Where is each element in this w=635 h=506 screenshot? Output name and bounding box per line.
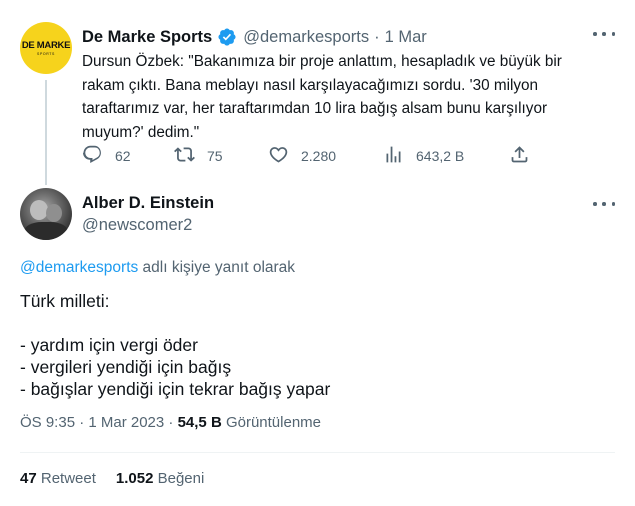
likes-stat-count: 1.052	[115, 470, 154, 487]
tweet-line-1: Türk milleti:	[20, 291, 110, 311]
reply-icon	[82, 144, 103, 168]
main-display-name[interactable]: Alber D. Einstein	[82, 194, 214, 213]
main-more-icon[interactable]	[593, 198, 615, 210]
like-button[interactable]: 2.280	[268, 144, 336, 168]
header-separator: ·	[374, 27, 380, 46]
tweet-line-3: - vergileri yendiği için bağış	[20, 357, 232, 377]
like-count: 2.280	[301, 148, 337, 164]
avatar-logo-text: DE MARKE	[21, 39, 71, 51]
reply-context-label: adlı kişiye yanıt olarak	[138, 259, 296, 276]
reply-button[interactable]: 62	[82, 144, 131, 168]
tweet-views-count: 54,5 B	[177, 414, 222, 431]
views-count: 643,2 B	[416, 148, 465, 164]
retweets-stat-count: 47	[20, 470, 37, 487]
reply-count: 62	[115, 148, 131, 164]
main-tweet-text: Türk milleti: - yardım için vergi öder -…	[20, 290, 330, 400]
parent-tweet-header: De Marke Sports @demarkesports · 1 Mar	[82, 26, 427, 48]
tweet-stats: 47 Retweet 1.052 Beğeni	[20, 470, 224, 487]
retweets-stat-label: Retweet	[36, 470, 96, 487]
tweet-timestamp[interactable]: ÖS 9:35 · 1 Mar 2023 ·	[20, 414, 178, 431]
tweet-views-label: Görüntülenme	[221, 414, 322, 431]
retweet-icon	[174, 144, 195, 168]
views-button[interactable]: 643,2 B	[383, 144, 464, 168]
reply-mention-link[interactable]: @demarkesports	[20, 259, 138, 276]
thread-connector-line	[45, 80, 47, 185]
avatar-de-marke-sports[interactable]: DE MARKE SPORTS	[20, 22, 72, 74]
share-icon	[509, 144, 530, 168]
parent-more-icon[interactable]	[593, 28, 615, 40]
parent-tweet[interactable]: DE MARKE SPORTS De Marke Sports @demarke…	[0, 0, 635, 185]
parent-date[interactable]: 1 Mar	[385, 28, 427, 47]
parent-display-name[interactable]: De Marke Sports	[82, 28, 212, 47]
avatar-alber-einstein[interactable]	[20, 188, 72, 240]
main-handle[interactable]: @newscomer2	[82, 216, 192, 235]
parent-tweet-text: Dursun Özbek: "Bakanımıza bir proje anla…	[82, 53, 562, 142]
views-chart-icon	[383, 144, 404, 168]
reply-context: @demarkesports adlı kişiye yanıt olarak	[20, 259, 295, 277]
divider	[20, 452, 615, 453]
heart-icon	[268, 144, 289, 168]
verified-badge-icon[interactable]	[217, 27, 237, 47]
retweet-count: 75	[207, 148, 223, 164]
retweets-stat[interactable]: 47 Retweet	[20, 470, 96, 487]
avatar-logo-subtext: SPORTS	[37, 51, 55, 56]
tweet-line-4: - bağışlar yendiği için tekrar bağış yap…	[20, 379, 331, 399]
likes-stat-label: Beğeni	[153, 470, 205, 487]
parent-handle[interactable]: @demarkesports	[243, 28, 369, 47]
parent-action-bar: 62 75 2.280 643,2 B	[82, 144, 552, 168]
tweet-line-2: - yardım için vergi öder	[20, 335, 198, 355]
share-button[interactable]	[509, 144, 530, 168]
tweet-meta: ÖS 9:35 · 1 Mar 2023 · 54,5 B Görüntülen…	[20, 414, 321, 431]
likes-stat[interactable]: 1.052 Beğeni	[116, 470, 204, 487]
retweet-button[interactable]: 75	[174, 144, 223, 168]
